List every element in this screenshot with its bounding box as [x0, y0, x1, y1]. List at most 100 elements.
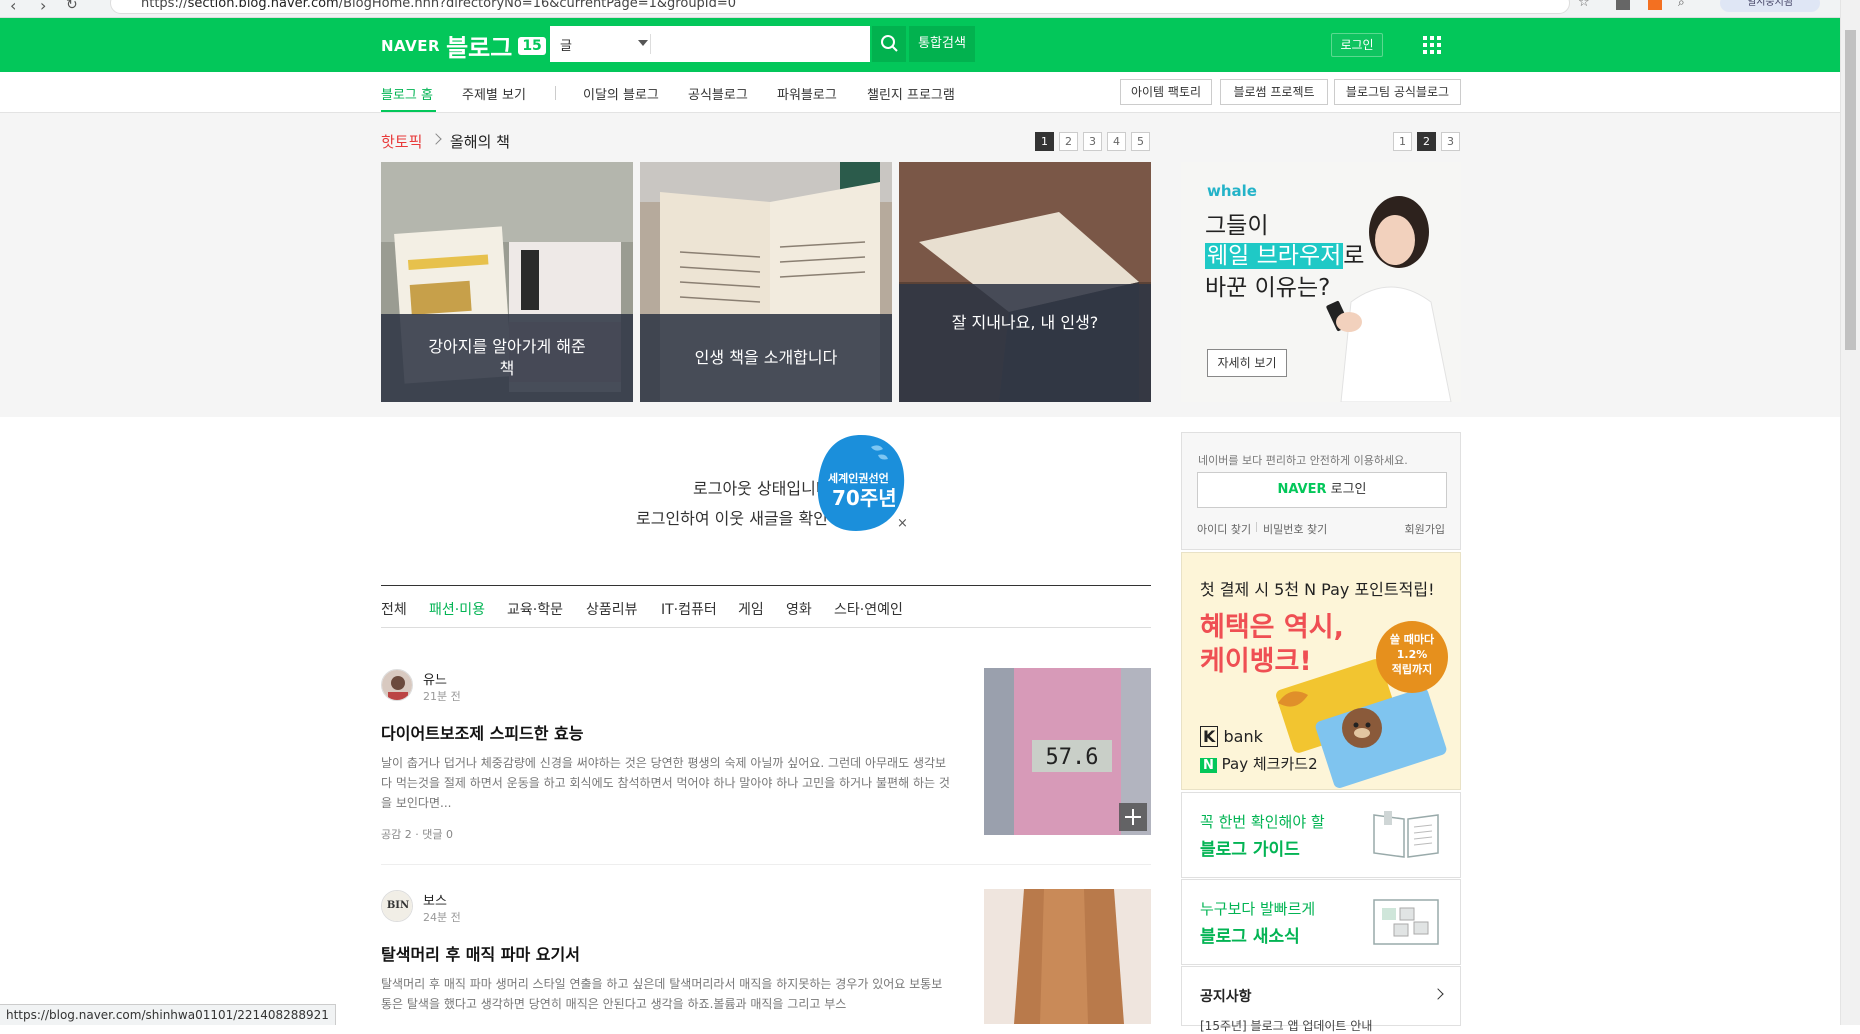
topic-card[interactable]: 잘 지내나요, 내 인생?	[899, 162, 1151, 402]
category-fashion-beauty[interactable]: 패션·미용	[429, 599, 485, 619]
card-caption: 잘 지내나요, 내 인생?	[899, 284, 1151, 402]
kbank-logo: K bank	[1200, 726, 1263, 747]
nav-topics[interactable]: 주제별 보기	[462, 84, 526, 103]
hot-topic-subject[interactable]: 올해의 책	[450, 131, 510, 152]
topic-card[interactable]: 인생 책을 소개합니다	[640, 162, 892, 402]
svg-text:BIN: BIN	[387, 900, 409, 911]
npay-text: Pay 체크카드2	[1221, 755, 1318, 773]
url-path: /BlogHome.nhn?directoryNo=16&currentPage…	[338, 0, 737, 11]
nav-official-blog[interactable]: 공식블로그	[688, 84, 748, 103]
npay-n: N	[1200, 758, 1217, 773]
notice-panel[interactable]: 공지사항 [15주년] 블로그 앱 업데이트 안내	[1181, 966, 1461, 1033]
signup-link[interactable]: 회원가입	[1405, 521, 1445, 537]
category-all[interactable]: 전체	[381, 599, 407, 619]
address-bar[interactable]: https://section.blog.naver.com/BlogHome.…	[110, 0, 1570, 14]
naver-login-button[interactable]: NAVER 로그인	[1197, 472, 1447, 508]
category-it-computer[interactable]: IT·컴퓨터	[661, 599, 717, 619]
post-author[interactable]: 유느	[423, 669, 447, 688]
category-movie[interactable]: 영화	[786, 599, 812, 619]
ad-more-button[interactable]: 자세히 보기	[1207, 349, 1287, 377]
nav-monthly-blog[interactable]: 이달의 블로그	[583, 84, 659, 103]
extension-rss-icon[interactable]	[1648, 0, 1662, 10]
guide-line-2: 블로그 가이드	[1200, 840, 1300, 860]
logout-status-text: 로그아웃 상태입니다.	[693, 479, 836, 498]
login-panel: 네이버를 보다 편리하고 안전하게 이용하세요. NAVER 로그인 아이디 찾…	[1181, 432, 1461, 550]
find-id-link[interactable]: 아이디 찾기	[1197, 521, 1251, 537]
search-type-value: 글	[560, 39, 572, 54]
blog-logo[interactable]: NAVER 블로그 15	[381, 28, 546, 63]
topic-page-1[interactable]: 1	[1035, 132, 1054, 151]
logo-naver: NAVER	[381, 36, 441, 55]
unified-search-button[interactable]: 통합검색	[909, 26, 975, 62]
kbank-text: bank	[1223, 727, 1263, 746]
apps-grid-icon[interactable]	[1423, 36, 1441, 54]
ad-page-2[interactable]: 2	[1417, 132, 1436, 151]
post-excerpt[interactable]: 탈색머리 후 매직 파마 생머리 스타일 연출을 하고 싶은데 탈색머리라서 매…	[381, 974, 951, 1014]
chevron-right-icon[interactable]	[1432, 988, 1444, 1000]
whale-brand: whale	[1207, 182, 1257, 200]
page-scrollbar[interactable]	[1840, 0, 1860, 1025]
topic-page-2[interactable]: 2	[1059, 132, 1078, 151]
blog-news-banner[interactable]: 누구보다 발빠르게 블로그 새소식	[1181, 879, 1461, 965]
find-password-link[interactable]: 비밀번호 찾기	[1263, 521, 1327, 537]
local-nav: 블로그 홈 주제별 보기 이달의 블로그 공식블로그 파워블로그 챌린지 프로그…	[0, 72, 1840, 113]
blog-guide-banner[interactable]: 꼭 한번 확인해야 할 블로그 가이드	[1181, 792, 1461, 878]
link-divider	[1256, 522, 1257, 532]
url-prefix: https://	[141, 0, 188, 11]
kad-cashback-circle: 쓸 때마다 1.2% 적립까지	[1376, 621, 1448, 693]
category-product-review[interactable]: 상품리뷰	[586, 599, 638, 619]
post-title[interactable]: 탈색머리 후 매직 파마 요기서	[381, 941, 580, 965]
naver-login-label: 로그인	[1330, 482, 1367, 497]
post-thumbnail[interactable]	[984, 889, 1151, 1024]
ad-line-2: 웨일 브라우저로	[1205, 236, 1364, 270]
search-divider	[650, 34, 651, 54]
scrollbar-thumb[interactable]	[1845, 30, 1856, 350]
extension-icon[interactable]	[1616, 0, 1630, 10]
bookmark-star-icon[interactable]: ☆	[1578, 0, 1590, 10]
blog-team-official-button[interactable]: 블로그팀 공식블로그	[1334, 79, 1461, 105]
nav-power-blog[interactable]: 파워블로그	[777, 84, 837, 103]
whale-browser-ad[interactable]: whale 그들이 웨일 브라우저로 바꾼 이유는? 자세히 보기	[1181, 162, 1461, 402]
topic-page-3[interactable]: 3	[1083, 132, 1102, 151]
topic-page-5[interactable]: 5	[1131, 132, 1150, 151]
notice-first-item[interactable]: [15주년] 블로그 앱 업데이트 안내	[1200, 1017, 1372, 1034]
hot-topic-label[interactable]: 핫토픽	[381, 131, 422, 152]
category-education[interactable]: 교육·학문	[507, 599, 563, 619]
forward-icon[interactable]: ›	[40, 0, 46, 15]
kbank-npay-ad[interactable]: 첫 결제 시 5천 N Pay 포인트적립! 혜택은 역시, 케이뱅크! 쓸 때…	[1181, 552, 1461, 790]
post-title[interactable]: 다이어트보조제 스피드한 효능	[381, 720, 584, 744]
search-input[interactable]	[656, 30, 861, 58]
category-game[interactable]: 게임	[738, 599, 764, 619]
ad-page-1[interactable]: 1	[1393, 132, 1412, 151]
post-time: 21분 전	[423, 690, 461, 703]
back-icon[interactable]: ‹	[10, 0, 16, 15]
item-factory-button[interactable]: 아이템 팩토리	[1120, 79, 1212, 105]
close-icon[interactable]: ×	[897, 516, 908, 531]
nav-challenge-program[interactable]: 챌린지 프로그램	[867, 84, 955, 103]
ad-line-1: 그들이	[1205, 213, 1269, 239]
ad-page-3[interactable]: 3	[1441, 132, 1460, 151]
search-type-select[interactable]: 글	[560, 35, 650, 54]
post-excerpt[interactable]: 날이 춥거나 덥거나 체중감량에 신경을 써야하는 것은 당연한 평생의 숙제 …	[381, 753, 951, 813]
profile-chip[interactable]: 일시중지됨	[1720, 0, 1820, 12]
post-author[interactable]: 보스	[423, 890, 447, 909]
blossom-project-button[interactable]: 블로썸 프로젝트	[1220, 79, 1328, 105]
post-divider	[381, 864, 1151, 865]
search-button[interactable]	[872, 26, 906, 62]
search-icon[interactable]: ⌕	[1678, 0, 1685, 10]
category-star-entertainer[interactable]: 스타·연예인	[834, 599, 903, 619]
topic-card[interactable]: 강아지를 알아가게 해준 책	[381, 162, 633, 402]
newspaper-icon	[1373, 899, 1439, 945]
post-thumbnail[interactable]: 57.6	[984, 668, 1151, 835]
browser-toolbar: ‹ › ↻ https://section.blog.naver.com/Blo…	[0, 0, 1840, 18]
status-bar-url: https://blog.naver.com/shinhwa01101/2214…	[0, 1004, 336, 1025]
avatar[interactable]: BIN	[381, 890, 413, 922]
kad-line-1: 첫 결제 시 5천 N Pay 포인트적립!	[1200, 580, 1435, 599]
scale-reading: 57.6	[1046, 745, 1099, 770]
avatar[interactable]	[381, 669, 413, 701]
nav-blog-home[interactable]: 블로그 홈	[381, 84, 433, 103]
reload-icon[interactable]: ↻	[66, 0, 78, 13]
post-time: 24분 전	[423, 911, 461, 924]
header-login-button[interactable]: 로그인	[1331, 33, 1383, 57]
topic-page-4[interactable]: 4	[1107, 132, 1126, 151]
